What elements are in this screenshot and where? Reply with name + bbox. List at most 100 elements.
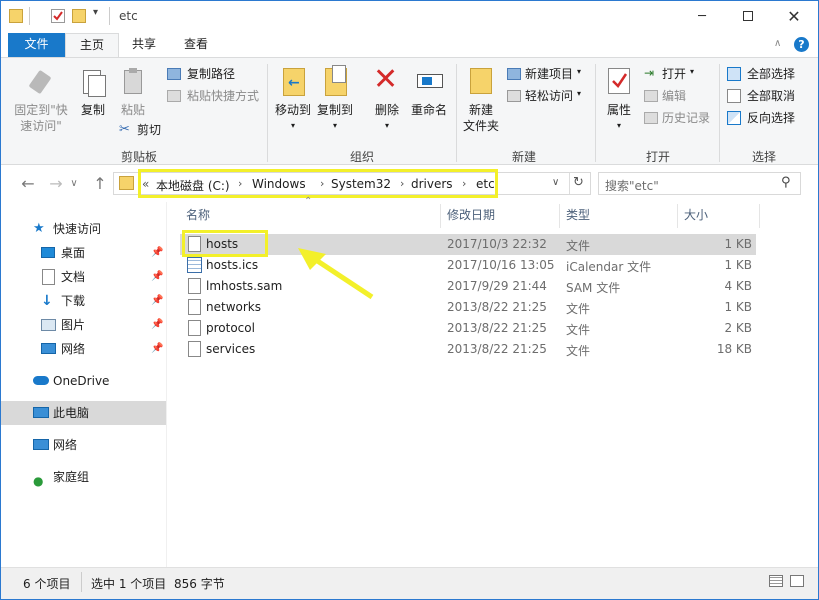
table-row[interactable]: lmhosts.sam 2017/9/29 21:44 SAM 文件 4 KB	[180, 276, 756, 297]
easy-access-icon	[507, 90, 521, 102]
column-header-size[interactable]: 大小	[684, 206, 708, 223]
nav-item-desktop[interactable]: 桌面 📌	[1, 241, 166, 265]
nav-item-downloads[interactable]: ↓ 下载 📌	[1, 289, 166, 313]
nav-item-documents[interactable]: 文档 📌	[1, 265, 166, 289]
column-header-type[interactable]: 类型	[566, 206, 590, 223]
column-divider[interactable]	[759, 204, 760, 228]
help-icon[interactable]: ?	[794, 37, 809, 52]
breadcrumb-item[interactable]: 本地磁盘 (C:)	[156, 177, 230, 194]
table-row[interactable]: services 2013/8/22 21:25 文件 18 KB	[180, 339, 756, 360]
maximize-button[interactable]	[725, 1, 771, 31]
copy-to-icon	[325, 65, 347, 96]
pin-icon[interactable]: 📌	[151, 313, 163, 337]
minimize-button[interactable]: ─	[679, 1, 725, 31]
table-row[interactable]: networks 2013/8/22 21:25 文件 1 KB	[180, 297, 756, 318]
title-bar: ▾ etc ─ ✕	[1, 1, 818, 33]
pin-icon[interactable]: 📌	[151, 337, 163, 361]
edit-button[interactable]: 编辑	[644, 88, 704, 104]
nav-item-homegroup[interactable]: ● 家庭组	[1, 465, 166, 489]
forward-arrow-icon: →	[49, 174, 63, 193]
rename-button[interactable]: 重命名	[409, 64, 449, 140]
copy-path-button[interactable]: 复制路径	[167, 66, 267, 82]
nav-item-network[interactable]: 网络	[1, 433, 166, 457]
file-size: 1 KB	[724, 258, 752, 272]
file-date: 2013/8/22 21:25	[447, 321, 547, 335]
breadcrumb-item[interactable]: etc	[476, 177, 495, 191]
recent-locations-button[interactable]: ∨	[67, 175, 81, 193]
new-item-button[interactable]: 新建项目 ▾	[507, 66, 587, 82]
group-label-open: 打开	[645, 150, 670, 164]
pin-icon[interactable]: 📌	[151, 289, 163, 313]
copy-button[interactable]: 复制	[76, 64, 110, 124]
properties-button[interactable]: 属性 ▾	[599, 64, 639, 140]
properties-icon[interactable]	[51, 9, 65, 23]
tab-share[interactable]: 共享	[118, 33, 170, 57]
table-row[interactable]: protocol 2013/8/22 21:25 文件 2 KB	[180, 318, 756, 339]
back-button[interactable]: ←	[17, 175, 39, 193]
nav-item-onedrive[interactable]: OneDrive	[1, 369, 166, 393]
status-bar: 6 个项目 选中 1 个项目 856 字节	[1, 567, 818, 599]
details-view-icon[interactable]	[769, 575, 783, 587]
customize-qat-icon[interactable]: ▾	[93, 7, 98, 18]
breadcrumb-item[interactable]: drivers	[411, 177, 453, 191]
breadcrumb-overflow[interactable]: «	[142, 177, 149, 191]
minimize-icon: ─	[698, 8, 706, 24]
group-label-clipboard: 剪贴板	[120, 150, 157, 164]
select-none-button[interactable]: 全部取消	[727, 88, 807, 104]
breadcrumb-separator-icon[interactable]: ›	[238, 177, 242, 190]
nav-label: 网络	[61, 342, 86, 356]
address-dropdown-icon[interactable]: ∨	[552, 177, 559, 188]
history-button[interactable]: 历史记录	[644, 110, 720, 126]
open-button[interactable]: ⇥ 打开 ▾	[644, 66, 704, 82]
download-icon: ↓	[41, 293, 53, 309]
move-to-button[interactable]: ← 移动到 ▾	[273, 64, 313, 140]
delete-button[interactable]: ✕ 删除 ▾	[367, 64, 407, 140]
tab-home[interactable]: 主页	[65, 33, 120, 58]
pin-quick-access-button[interactable]: 固定到"快 速访问"	[7, 64, 75, 144]
breadcrumb-separator-icon[interactable]: ›	[320, 177, 324, 190]
search-input[interactable]: 搜索"etc" ⚲	[598, 172, 801, 195]
refresh-icon[interactable]: ↻	[573, 175, 584, 190]
nav-item-network-pinned[interactable]: 网络 📌	[1, 337, 166, 361]
cut-button[interactable]: ✂ 剪切	[119, 122, 169, 138]
close-button[interactable]: ✕	[771, 1, 817, 31]
select-all-button[interactable]: 全部选择	[727, 66, 807, 82]
nav-item-quick-access[interactable]: ★ 快速访问	[1, 217, 166, 241]
breadcrumb-separator-icon[interactable]: ›	[400, 177, 404, 190]
column-divider[interactable]	[677, 204, 678, 228]
table-row[interactable]: hosts.ics 2017/10/16 13:05 iCalendar 文件 …	[180, 255, 756, 276]
nav-label: 家庭组	[53, 470, 90, 484]
open-icon: ⇥	[644, 66, 655, 80]
breadcrumb-separator-icon[interactable]: ›	[462, 177, 466, 190]
nav-label: 桌面	[61, 246, 86, 260]
folder-icon	[9, 9, 23, 23]
nav-item-pictures[interactable]: 图片 📌	[1, 313, 166, 337]
tab-view[interactable]: 查看	[170, 33, 222, 57]
breadcrumb-item[interactable]: System32	[331, 177, 391, 191]
invert-selection-button[interactable]: 反向选择	[727, 110, 807, 126]
large-icons-view-icon[interactable]	[790, 575, 804, 587]
tab-file[interactable]: 文件	[8, 33, 65, 57]
breadcrumb-item[interactable]: Windows	[252, 177, 306, 191]
pin-icon[interactable]: 📌	[151, 241, 163, 265]
paste-shortcut-button[interactable]: 粘贴快捷方式	[167, 88, 267, 104]
copy-to-button[interactable]: 复制到 ▾	[315, 64, 355, 140]
column-divider[interactable]	[440, 204, 441, 228]
paste-button[interactable]: 粘贴	[115, 64, 151, 124]
collapse-ribbon-icon[interactable]: ∧	[774, 38, 781, 49]
forward-button[interactable]: →	[45, 175, 67, 193]
up-button[interactable]: ↑	[89, 175, 111, 193]
easy-access-button[interactable]: 轻松访问 ▾	[507, 88, 587, 104]
nav-item-this-pc[interactable]: 此电脑	[1, 401, 166, 425]
paste-shortcut-icon	[167, 90, 181, 102]
column-header-date[interactable]: 修改日期	[447, 206, 495, 223]
column-header-name[interactable]: 名称	[186, 206, 210, 223]
new-folder-button[interactable]: 新建 文件夹	[461, 64, 501, 140]
file-name: networks	[206, 300, 261, 314]
column-divider[interactable]	[559, 204, 560, 228]
pin-icon[interactable]: 📌	[151, 265, 163, 289]
file-type: 文件	[566, 323, 591, 337]
new-folder-icon[interactable]	[72, 9, 86, 23]
search-icon[interactable]: ⚲	[781, 175, 791, 190]
address-box[interactable]: « 本地磁盘 (C:) › Windows › System32 › drive…	[113, 169, 591, 198]
